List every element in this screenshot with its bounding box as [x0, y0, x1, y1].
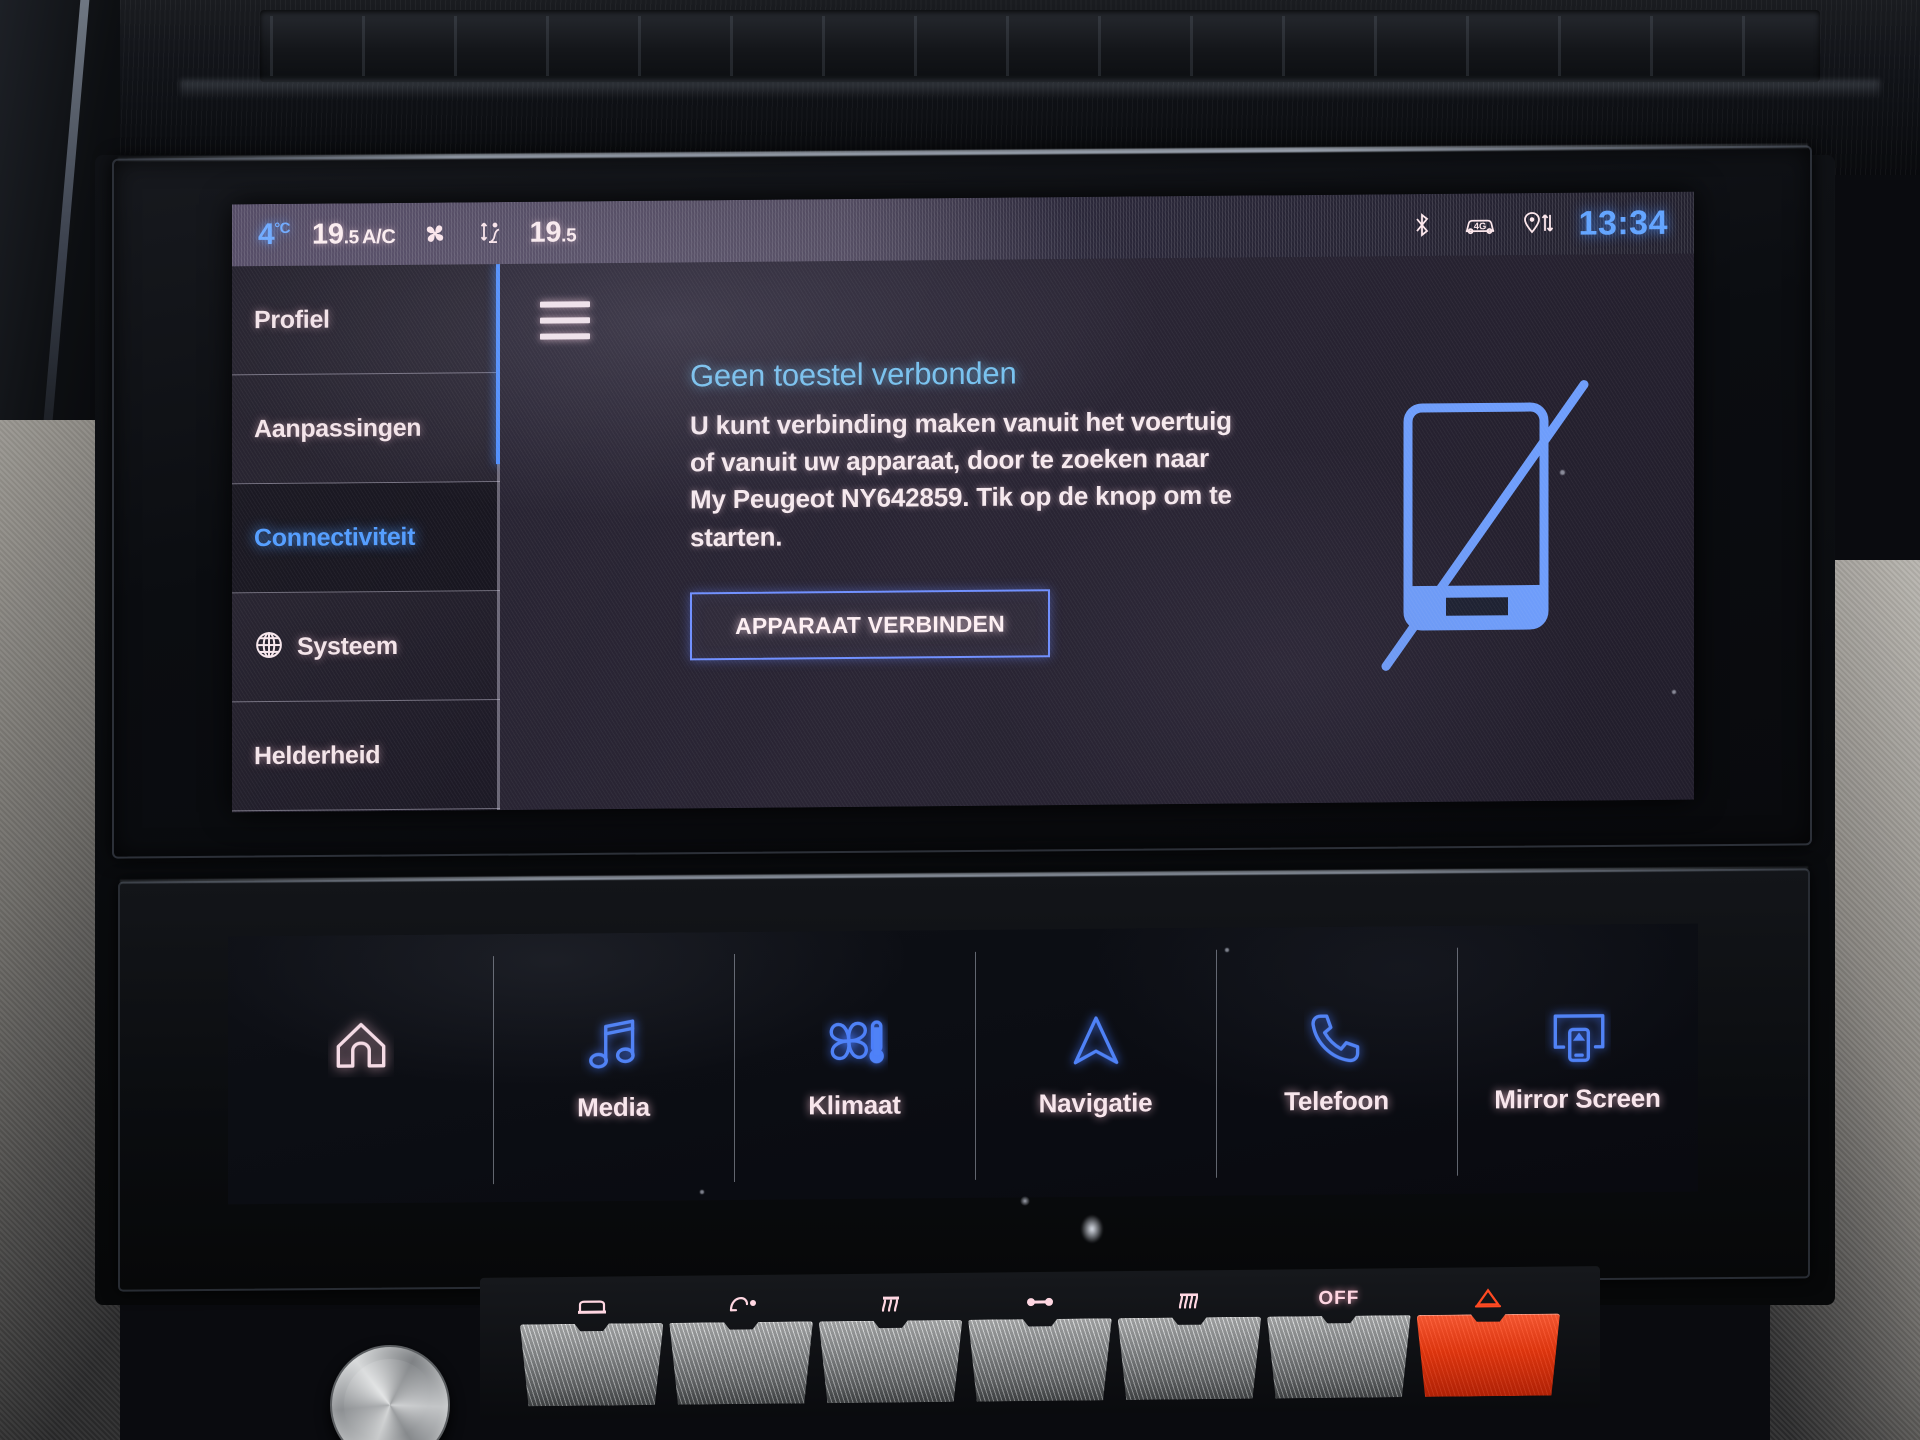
- navigation-arrow-icon: [1063, 1007, 1129, 1074]
- touchbar-item-label: Mirror Screen: [1494, 1082, 1661, 1114]
- mirror-screen-icon: [1545, 1003, 1611, 1070]
- home-icon: [328, 1011, 394, 1078]
- infotainment-screen[interactable]: 4°C 19.5 A/C 19.5 4G 13:34 Profiel Aanpa…: [232, 191, 1694, 813]
- 4g-car-icon[interactable]: 4G: [1463, 208, 1497, 240]
- connect-device-button-label: APPARAAT VERBINDEN: [735, 610, 1005, 639]
- passenger-temperature[interactable]: 19.5: [530, 216, 577, 249]
- physical-key[interactable]: [968, 1318, 1111, 1402]
- gps-data-icon[interactable]: [1521, 208, 1555, 240]
- touchbar-item-media[interactable]: Media: [493, 932, 734, 1202]
- clock: 13:34: [1578, 203, 1668, 243]
- physical-key[interactable]: [1118, 1317, 1261, 1401]
- touchbar-item-label: Telefoon: [1284, 1084, 1389, 1116]
- wiper-icon: [719, 1288, 763, 1322]
- status-bar: 4°C 19.5 A/C 19.5 4G 13:34: [232, 191, 1694, 267]
- settings-sidebar: Profiel Aanpassingen Connectiviteit Syst…: [232, 264, 501, 813]
- phone-disconnected-icon: [1380, 375, 1590, 677]
- status-bar-right-group: 4G 13:34: [1405, 203, 1694, 245]
- shortcut-touchbar[interactable]: Media Klimaat Navigatie Telefoon Mirror …: [228, 923, 1698, 1205]
- sidebar-item-label: Systeem: [297, 631, 398, 661]
- sidebar-item-profiel[interactable]: Profiel: [232, 264, 500, 376]
- rear-wiper-button[interactable]: [669, 1287, 812, 1414]
- windshield-defrost-icon: [869, 1286, 913, 1320]
- sidebar-item-connectiviteit[interactable]: Connectiviteit: [232, 482, 500, 594]
- dashboard-sheen: [180, 80, 1880, 102]
- parking-sensors-button[interactable]: [520, 1289, 663, 1416]
- page-description: U kunt verbinding maken vanuit het voert…: [690, 405, 1232, 552]
- touchbar-item-home[interactable]: [228, 934, 493, 1204]
- physical-button-row: OFF: [520, 1280, 1560, 1416]
- outside-temperature: 4°C: [258, 218, 291, 252]
- rear-defrost-icon: [1167, 1283, 1211, 1317]
- sidebar-item-label: Aanpassingen: [254, 413, 422, 443]
- touchbar-item-label: Navigatie: [1038, 1086, 1153, 1118]
- front-defrost-button[interactable]: [819, 1286, 962, 1413]
- sidebar-item-label: Profiel: [254, 305, 330, 334]
- touchbar-item-label: Klimaat: [808, 1089, 901, 1120]
- screen-body: Profiel Aanpassingen Connectiviteit Syst…: [232, 253, 1694, 813]
- physical-key[interactable]: [1267, 1315, 1410, 1399]
- sidebar-item-label: Helderheid: [254, 740, 381, 770]
- airflow-seat-icon[interactable]: [474, 217, 508, 249]
- screen-reflection-dot: [1020, 1196, 1030, 1206]
- dashboard-air-vent: [260, 10, 1820, 82]
- dashboard-photo: 4°C 19.5 A/C 19.5 4G 13:34 Profiel Aanpa…: [0, 0, 1920, 1440]
- car-top-icon: [570, 1289, 614, 1323]
- physical-key[interactable]: [819, 1320, 962, 1404]
- connectivity-pane: Geen toestel verbonden U kunt verbinding…: [500, 253, 1694, 811]
- central-lock-button[interactable]: [968, 1284, 1111, 1411]
- climate-off-button[interactable]: OFF: [1267, 1281, 1410, 1408]
- sidebar-item-helderheid[interactable]: Helderheid: [232, 700, 500, 812]
- status-bar-left-group: 4°C 19.5 A/C 19.5: [232, 215, 576, 252]
- physical-key[interactable]: [520, 1323, 663, 1407]
- hamburger-menu-icon[interactable]: [540, 301, 590, 340]
- driver-temperature[interactable]: 19.5 A/C: [312, 217, 395, 251]
- screen-reflection-lamp: [1081, 1215, 1103, 1243]
- touchbar-item-klimaat[interactable]: Klimaat: [734, 930, 975, 1200]
- physical-key[interactable]: [669, 1321, 812, 1405]
- volume-knob[interactable]: [330, 1345, 450, 1440]
- phone-handset-icon: [1304, 1005, 1370, 1072]
- touchbar-item-mirror-screen[interactable]: Mirror Screen: [1457, 924, 1698, 1194]
- bluetooth-icon[interactable]: [1405, 209, 1439, 241]
- connect-device-button[interactable]: APPARAAT VERBINDEN: [690, 589, 1050, 661]
- fan-icon[interactable]: [418, 217, 452, 249]
- sidebar-item-label: Connectiviteit: [254, 522, 416, 552]
- svg-text:4G: 4G: [1473, 221, 1486, 232]
- touchbar-item-label: Media: [577, 1091, 650, 1122]
- globe-icon: [254, 629, 284, 664]
- off-label: OFF: [1318, 1287, 1360, 1310]
- lock-doors-icon: [1018, 1285, 1062, 1319]
- music-note-icon: [581, 1011, 647, 1078]
- touchbar-item-telefoon[interactable]: Telefoon: [1216, 926, 1457, 1196]
- sidebar-item-aanpassingen[interactable]: Aanpassingen: [232, 373, 500, 485]
- hazard-lights-button[interactable]: [1417, 1280, 1560, 1407]
- page-title: Geen toestel verbonden: [690, 355, 1017, 394]
- fan-thermometer-icon: [822, 1009, 888, 1076]
- hazard-triangle-icon: [1466, 1280, 1510, 1314]
- sidebar-item-systeem[interactable]: Systeem: [232, 591, 500, 703]
- no-device-message: Geen toestel verbonden U kunt verbinding…: [690, 353, 1250, 556]
- touchbar-item-navigatie[interactable]: Navigatie: [975, 928, 1216, 1198]
- rear-defrost-button[interactable]: [1118, 1283, 1261, 1410]
- physical-key[interactable]: [1417, 1314, 1560, 1398]
